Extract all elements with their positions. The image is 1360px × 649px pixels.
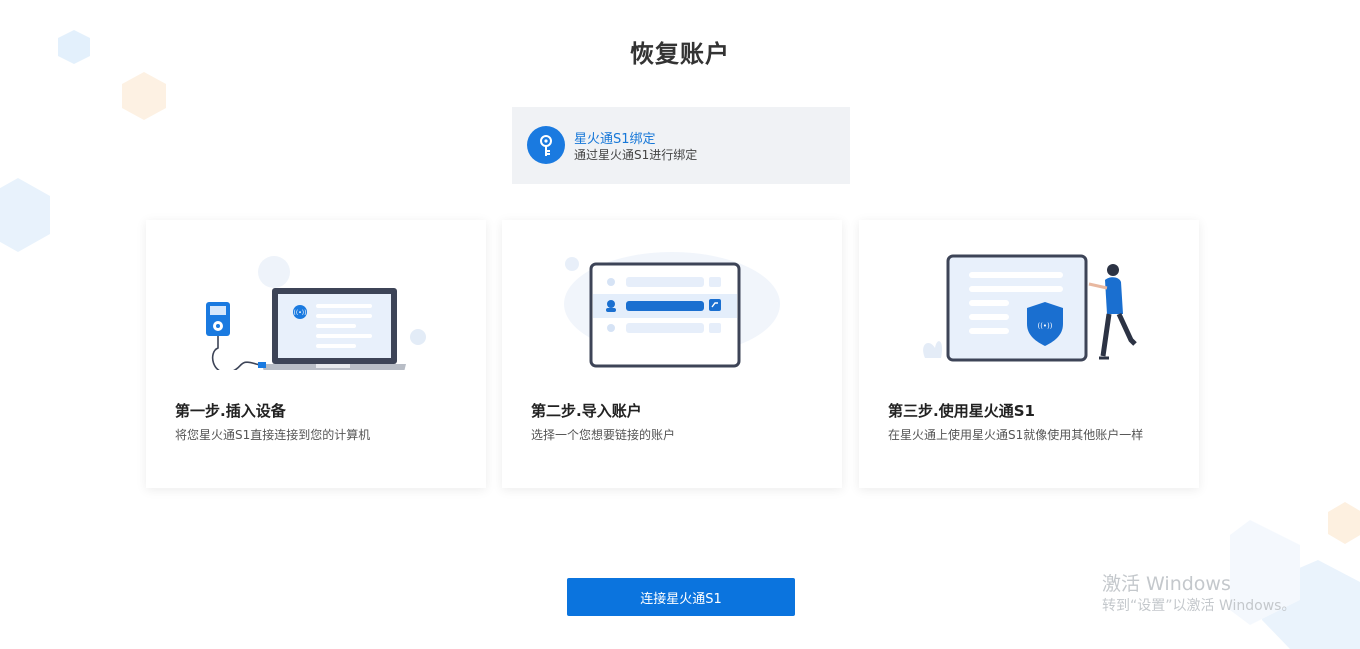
step-description: 选择一个您想要链接的账户 (531, 428, 676, 442)
bind-method-card[interactable]: 星火通S1绑定 通过星火通S1进行绑定 (512, 107, 850, 184)
step-card-use-device: ((•)) 第三步.使用星火通S1 在星火通上使用星火通S1就像使用其他账户一样 (859, 220, 1199, 488)
connect-device-button[interactable]: 连接星火通S1 (567, 578, 795, 616)
account-list-illustration (564, 252, 780, 368)
step-title: 第一步.插入设备 (175, 402, 286, 420)
key-icon (527, 126, 565, 164)
page-title: 恢复账户 (630, 40, 730, 68)
recover-account-page: 恢复账户 星火通S1绑定 通过星火通S1进行绑定 ((•)) 第一步.插入设备 … (0, 0, 1360, 649)
shield-person-illustration: ((•)) (923, 254, 1137, 362)
windows-activation-watermark: 激活 Windows 转到“设置”以激活 Windows。 (1102, 572, 1295, 616)
step-title: 第三步.使用星火通S1 (888, 402, 1035, 420)
step-description: 将您星火通S1直接连接到您的计算机 (175, 428, 371, 442)
bind-method-title: 星火通S1绑定 (574, 132, 656, 147)
step-card-insert-device: ((•)) 第一步.插入设备 将您星火通S1直接连接到您的计算机 (146, 220, 486, 488)
svg-text:((•)): ((•)) (294, 310, 307, 317)
step-title: 第二步.导入账户 (531, 402, 642, 420)
watermark-title: 激活 Windows (1102, 573, 1231, 595)
step-card-import-account: 第二步.导入账户 选择一个您想要链接的账户 (502, 220, 842, 488)
svg-text:((•)): ((•)) (1037, 322, 1052, 330)
laptop-device-illustration: ((•)) (206, 256, 426, 370)
watermark-subtitle: 转到“设置”以激活 Windows。 (1102, 598, 1296, 614)
step-description: 在星火通上使用星火通S1就像使用其他账户一样 (888, 428, 1144, 442)
bind-method-description: 通过星火通S1进行绑定 (574, 148, 698, 162)
